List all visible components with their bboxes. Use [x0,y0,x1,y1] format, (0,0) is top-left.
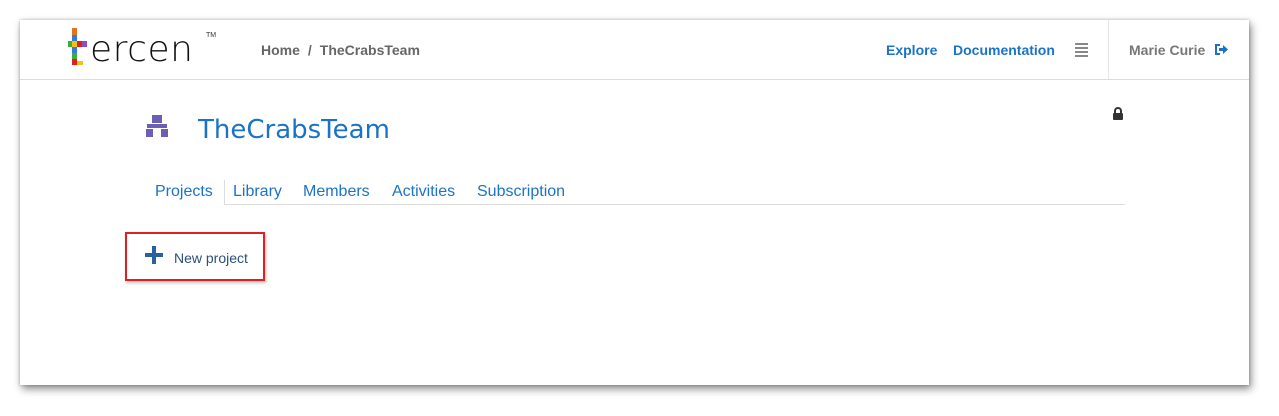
logo-text: ercen [90,29,194,70]
lock-icon[interactable] [1112,107,1124,121]
tab-projects[interactable]: Projects [144,180,225,205]
hamburger-icon[interactable] [1075,43,1088,57]
tercen-logo[interactable]: ercen TM [68,26,218,74]
trademark-mark: TM [206,32,217,39]
top-navbar: ercen TM Home / TheCrabsTeam Explore Docum… [20,20,1249,80]
documentation-link[interactable]: Documentation [953,42,1055,58]
plus-icon [145,246,163,264]
breadcrumb: Home / TheCrabsTeam [261,42,420,58]
navbar-divider [1108,20,1109,79]
team-icon [146,115,168,137]
new-project-button[interactable]: New project [125,232,265,281]
user-name[interactable]: Marie Curie [1129,42,1205,58]
breadcrumb-current: TheCrabsTeam [319,42,420,58]
sign-out-icon[interactable] [1214,43,1229,56]
breadcrumb-separator: / [307,42,312,58]
tab-members[interactable]: Members [292,180,381,204]
new-project-label: New project [174,250,248,266]
breadcrumb-home[interactable]: Home [261,42,300,58]
tab-library[interactable]: Library [222,180,293,204]
tercen-logo-mark [68,28,87,65]
tab-activities[interactable]: Activities [381,180,466,204]
explore-link[interactable]: Explore [886,42,937,58]
team-tabs: Projects Library Members Activities Subs… [144,180,1125,205]
app-window: ercen TM Home / TheCrabsTeam Explore Docum… [20,20,1249,385]
page-title: TheCrabsTeam [198,115,390,145]
tab-subscription[interactable]: Subscription [466,180,576,204]
